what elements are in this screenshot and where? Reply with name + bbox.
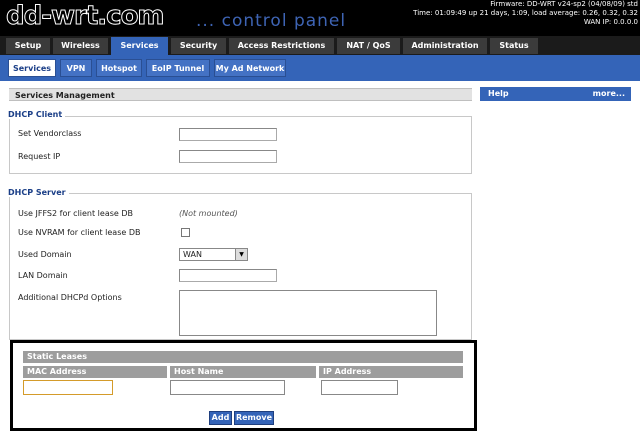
- tab-status[interactable]: Status: [490, 38, 538, 54]
- nvram-checkbox[interactable]: [181, 228, 190, 237]
- request-ip-input[interactable]: [179, 150, 277, 163]
- mac-address-input[interactable]: [23, 380, 113, 395]
- nvram-label: Use NVRAM for client lease DB: [18, 228, 141, 237]
- used-domain-select[interactable]: WAN ▼: [179, 248, 248, 261]
- control-panel-title: ... control panel: [196, 11, 347, 31]
- static-leases-title: Static Leases: [23, 351, 463, 363]
- router-status: Firmware: DD-WRT v24-sp2 (04/08/09) std …: [413, 0, 638, 27]
- help-panel: Help more...: [480, 87, 631, 101]
- static-leases-panel: Static Leases MAC Address Host Name IP A…: [10, 340, 477, 431]
- page-header: dd-wrt.com ... control panel Firmware: D…: [0, 0, 640, 36]
- subtab-vpn[interactable]: VPN: [60, 59, 92, 77]
- tab-administration[interactable]: Administration: [403, 38, 487, 54]
- host-name-input[interactable]: [170, 380, 285, 395]
- jffs2-label: Use JFFS2 for client lease DB: [18, 209, 134, 218]
- vendorclass-label: Set Vendorclass: [18, 129, 82, 138]
- subtab-eoip-tunnel[interactable]: EoIP Tunnel: [146, 59, 210, 77]
- ip-address-header: IP Address: [319, 366, 463, 378]
- jffs2-status-note: (Not mounted): [179, 209, 238, 218]
- dhcp-client-legend: DHCP Client: [8, 110, 66, 119]
- help-title: Help: [488, 89, 509, 98]
- subtab-my-ad-network[interactable]: My Ad Network: [214, 59, 286, 77]
- additional-options-label: Additional DHCPd Options: [18, 293, 122, 302]
- chevron-down-icon: ▼: [235, 249, 247, 260]
- vendorclass-input[interactable]: [179, 128, 277, 141]
- wan-ip-info: WAN IP: 0.0.0.0: [583, 18, 638, 26]
- used-domain-value: WAN: [183, 250, 202, 259]
- used-domain-label: Used Domain: [18, 250, 72, 259]
- subtab-hotspot[interactable]: Hotspot: [96, 59, 142, 77]
- subtab-services[interactable]: Services: [8, 59, 56, 77]
- tab-access-restrictions[interactable]: Access Restrictions: [229, 38, 334, 54]
- remove-lease-button[interactable]: Remove: [234, 411, 274, 425]
- tab-services[interactable]: Services: [111, 37, 168, 55]
- section-title: Services Management: [9, 88, 472, 101]
- tab-setup[interactable]: Setup: [6, 38, 50, 54]
- uptime-info: Time: 01:09:49 up 21 days, 1:09, load av…: [413, 9, 638, 17]
- tab-wireless[interactable]: Wireless: [53, 38, 108, 54]
- host-name-header: Host Name: [170, 366, 316, 378]
- tab-nat-qos[interactable]: NAT / QoS: [337, 38, 400, 54]
- add-lease-button[interactable]: Add: [209, 411, 232, 425]
- dhcp-client-fieldset: [9, 116, 472, 174]
- lan-domain-input[interactable]: [179, 269, 277, 282]
- additional-options-textarea[interactable]: [179, 290, 437, 336]
- dhcp-server-legend: DHCP Server: [8, 188, 69, 197]
- lan-domain-label: LAN Domain: [18, 271, 68, 280]
- dd-wrt-logo: dd-wrt.com: [6, 1, 166, 31]
- mac-address-header: MAC Address: [23, 366, 167, 378]
- tab-security[interactable]: Security: [171, 38, 226, 54]
- help-more-link[interactable]: more...: [593, 87, 625, 101]
- sub-tab-bar: Services VPN Hotspot EoIP Tunnel My Ad N…: [0, 55, 640, 81]
- main-tab-bar: Setup Wireless Services Security Access …: [0, 36, 640, 55]
- firmware-info: Firmware: DD-WRT v24-sp2 (04/08/09) std: [490, 0, 638, 8]
- ip-address-input[interactable]: [321, 380, 398, 395]
- request-ip-label: Request IP: [18, 152, 61, 161]
